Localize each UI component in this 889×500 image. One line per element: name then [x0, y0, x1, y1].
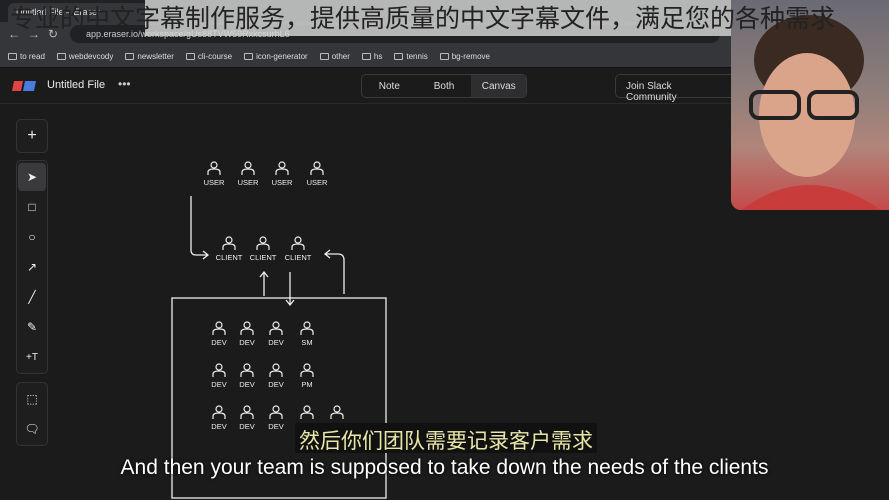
person-label: DEV [239, 422, 255, 431]
diagram-person[interactable]: DEV [232, 321, 262, 347]
person-icon [222, 236, 236, 250]
diagram-person[interactable] [322, 405, 352, 422]
diagram-person[interactable]: DEV [204, 321, 234, 347]
person-label: DEV [211, 380, 227, 389]
person-icon [212, 363, 226, 377]
person-icon [256, 236, 270, 250]
person-label: USER [237, 178, 259, 187]
diagram-person[interactable]: CLIENT [214, 236, 244, 262]
person-icon [291, 236, 305, 250]
arrow-users-to-clients [190, 196, 210, 260]
diagram-person[interactable]: USER [199, 161, 229, 187]
diagram-person[interactable]: DEV [204, 363, 234, 389]
diagram-person[interactable]: USER [302, 161, 332, 187]
arrow-client-to-team [285, 272, 295, 307]
person-label: SM [301, 338, 313, 347]
diagram-person[interactable]: DEV [204, 405, 234, 431]
person-label: CLIENT [215, 253, 243, 262]
person-label: USER [203, 178, 225, 187]
person-icon [269, 405, 283, 419]
diagram-person[interactable]: DEV [261, 363, 291, 389]
person-icon [240, 405, 254, 419]
person-icon [269, 321, 283, 335]
subtitle-english: And then your team is supposed to take d… [120, 456, 769, 479]
diagram-person[interactable]: DEV [261, 405, 291, 431]
person-icon [275, 161, 289, 175]
person-icon [212, 321, 226, 335]
person-label: DEV [211, 422, 227, 431]
person-label: USER [271, 178, 293, 187]
person-label: DEV [268, 422, 284, 431]
diagram-person[interactable]: CLIENT [283, 236, 313, 262]
person-icon [240, 363, 254, 377]
diagram-person[interactable]: DEV [232, 405, 262, 431]
person-icon [300, 405, 314, 419]
diagram-person[interactable]: USER [267, 161, 297, 187]
person-label: USER [306, 178, 328, 187]
person-icon [310, 161, 324, 175]
person-label: DEV [268, 380, 284, 389]
arrow-team-to-client [259, 270, 269, 296]
person-label: DEV [239, 380, 255, 389]
person-icon [207, 161, 221, 175]
person-label: CLIENT [249, 253, 277, 262]
person-label: DEV [211, 338, 227, 347]
diagram-person[interactable]: DEV [232, 363, 262, 389]
person-icon [240, 321, 254, 335]
diagram-person[interactable] [292, 405, 322, 422]
subtitle-chinese: 然后你们团队需要记录客户需求 [295, 423, 597, 453]
diagram-person[interactable]: SM [292, 321, 322, 347]
person-label: DEV [239, 338, 255, 347]
diagram-person[interactable]: DEV [261, 321, 291, 347]
person-icon [300, 321, 314, 335]
person-icon [330, 405, 344, 419]
person-label: CLIENT [284, 253, 312, 262]
diagram-person[interactable]: USER [233, 161, 263, 187]
person-label: PM [301, 380, 313, 389]
diagram-person[interactable]: CLIENT [248, 236, 278, 262]
promo-banner-text: 专业的中文字幕制作服务，提供高质量的中文字幕文件，满足您的各种需求 [10, 4, 836, 33]
person-icon [241, 161, 255, 175]
arrow-team-to-clients-right [323, 249, 345, 294]
person-icon [212, 405, 226, 419]
diagram-person[interactable]: PM [292, 363, 322, 389]
person-icon [300, 363, 314, 377]
person-icon [269, 363, 283, 377]
person-label: DEV [268, 338, 284, 347]
